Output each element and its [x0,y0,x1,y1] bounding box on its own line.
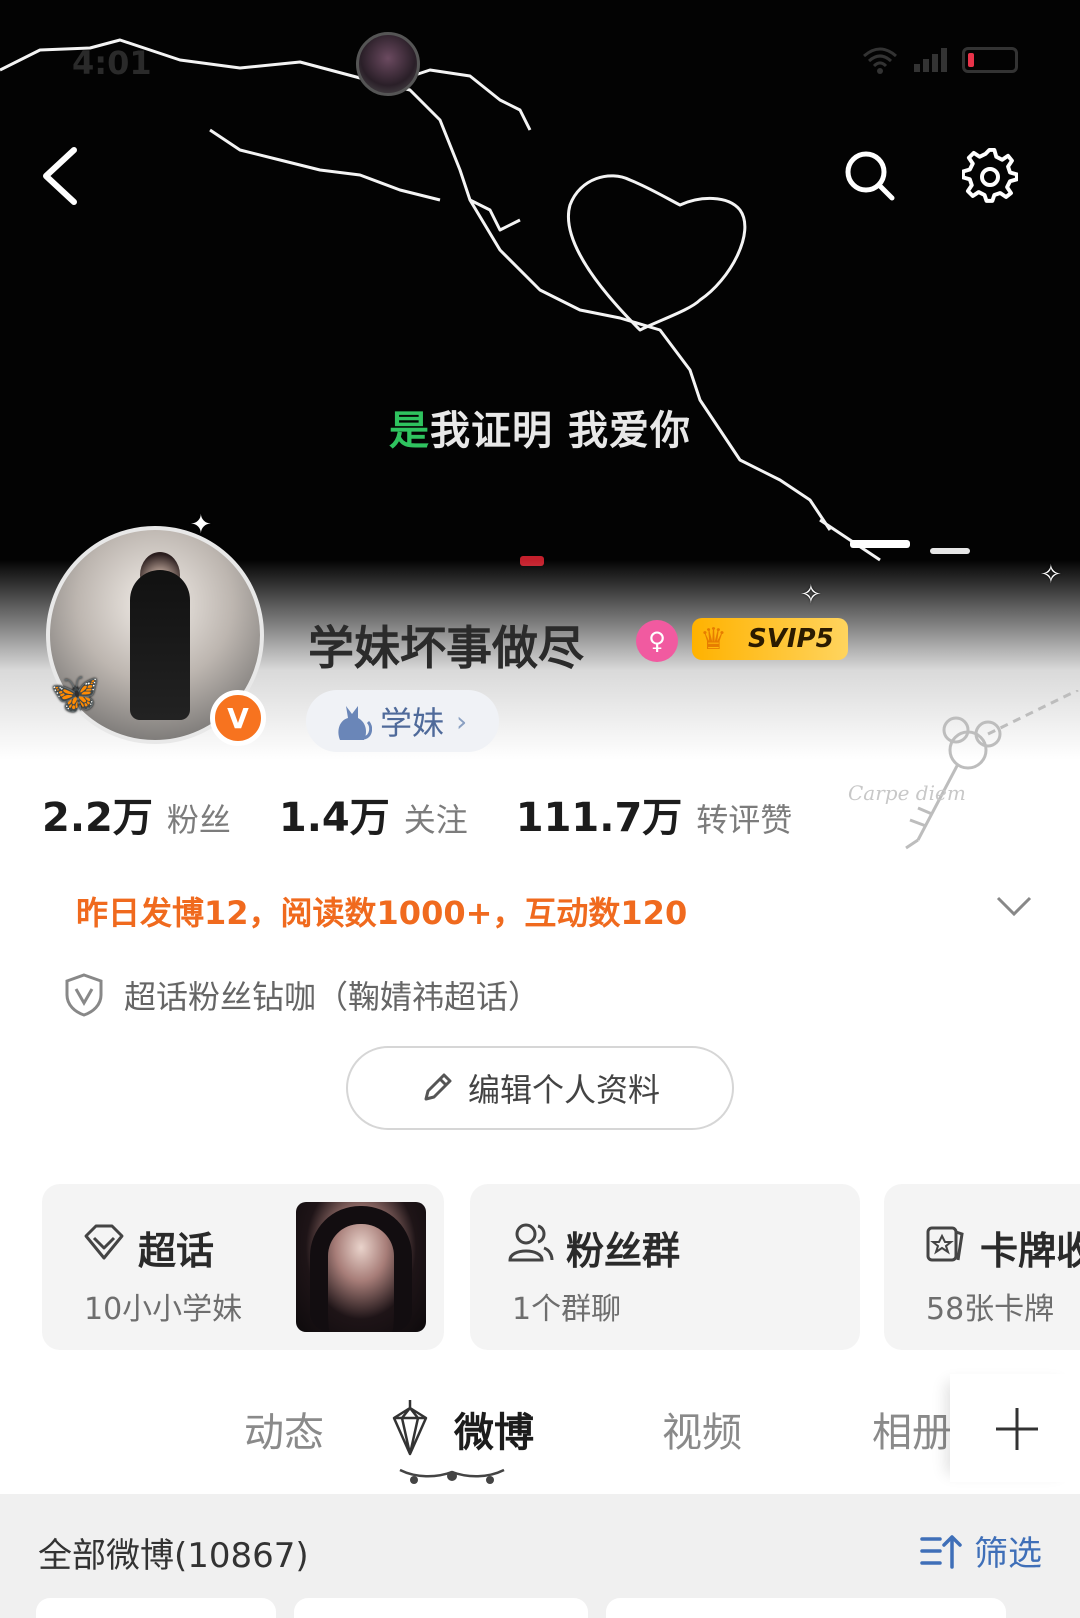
card-icon [926,1226,964,1262]
activity-summary[interactable]: 昨日发博12，阅读数1000+，互动数120 [76,888,687,934]
chevron-right-icon: › [456,704,468,738]
group-icon [508,1223,554,1262]
stat-value: 2.2万 [42,795,153,841]
crown-icon: ♛ [700,622,727,657]
tag-label: 学妹 [380,704,445,742]
pencil-icon [424,1073,452,1101]
diamond-icon [84,1224,124,1260]
status-time: 4:01 [72,44,152,82]
signal-icon [914,48,947,72]
fan-group-card[interactable]: 粉丝群 1个群聊 [470,1184,860,1350]
edit-profile-button[interactable]: 编辑个人资料 [346,1046,734,1130]
feed-filter-bar: 全部微博(10867) 筛选 [0,1494,1080,1618]
lyric-rest: 我证明 我爱你 [430,408,691,454]
content-tabs: 动态 微博 视频 相册 [0,1380,1080,1490]
add-tab-button[interactable] [950,1374,1080,1482]
card-title: 粉丝群 [566,1229,681,1273]
back-arrow-icon[interactable] [36,144,88,208]
battery-icon [962,47,1018,73]
status-icons [862,46,1018,74]
profile-stats: 2.2万 粉丝 1.4万 关注 111.7万 转评赞 [42,785,840,843]
chevron-down-icon[interactable] [994,888,1034,924]
sparkle-deco: ✦ [190,510,212,540]
all-posts-count: 全部微博(10867) [38,1536,309,1576]
stat-followers[interactable]: 2.2万 粉丝 [42,785,231,843]
svip-label: SVIP5 [748,624,834,654]
stat-label: 粉丝 [166,801,231,839]
card-subtitle: 1个群聊 [512,1292,622,1327]
svip-badge[interactable]: ♛ SVIP5 [692,618,848,660]
feed-preview-card [294,1598,588,1618]
female-icon: ♀ [636,620,678,662]
filter-button[interactable]: 筛选 [920,1526,1042,1575]
plus-icon [996,1408,1038,1450]
card-collection-card[interactable]: 卡牌收 58张卡牌 [884,1184,1080,1350]
filter-icon [920,1534,962,1569]
key-decoration: Carpe diem [848,690,1079,850]
edit-profile-label: 编辑个人资料 [467,1071,660,1109]
card-title: 超话 [138,1229,215,1273]
verified-badge: V [210,690,266,746]
profile-tag-pill[interactable]: 学妹 › [306,690,500,752]
stat-label: 关注 [403,801,468,839]
cat-icon [338,706,372,740]
card-title: 卡牌收 [980,1229,1080,1273]
fan-badge-text: 超话粉丝钻咖（鞠婧祎超话） [124,978,541,1016]
card-subtitle: 10小小学妹 [84,1292,243,1327]
deco-signature: Carpe diem [848,781,966,805]
tab-dynamics[interactable]: 动态 [244,1400,324,1458]
stat-label: 转评赞 [696,801,793,839]
lyric-highlight: 是 [389,408,431,454]
search-icon[interactable] [842,148,898,204]
feed-preview-card [606,1598,1006,1618]
filter-label: 筛选 [974,1534,1042,1574]
floating-music-avatar[interactable] [356,32,420,96]
shield-v-icon [65,973,103,1017]
banner-lyric: 是我证明 我爱你 [0,398,1080,456]
stat-following[interactable]: 1.4万 关注 [279,785,468,843]
card-subtitle: 58张卡牌 [926,1292,1055,1327]
wifi-icon [863,47,897,74]
tab-weibo[interactable]: 微博 [454,1400,534,1458]
gear-icon[interactable] [962,148,1018,204]
chain-underline-icon [399,1468,505,1484]
tab-album[interactable]: 相册 [872,1400,952,1458]
feed-preview-card [36,1598,276,1618]
sparkle-deco: ✧ [1040,560,1062,590]
stat-value: 111.7万 [515,795,683,841]
gem-pendant-icon [392,1400,428,1456]
profile-page: 是我证明 我爱你 4:01 🦋 ✦ V 学妹坏事做尽 ♀ ♛ SVIP5 学妹 › [0,0,1080,1618]
supertopic-card[interactable]: 超话 10小小学妹 [42,1184,444,1350]
sparkle-deco: ✧ [800,580,822,610]
supertopic-thumbnail [296,1202,426,1332]
butterfly-deco: 🦋 [50,671,100,717]
tab-video[interactable]: 视频 [662,1400,742,1458]
stat-likes[interactable]: 111.7万 转评赞 [516,785,793,843]
username: 学妹坏事做尽 [308,621,584,675]
stat-value: 1.4万 [278,795,390,841]
fan-badge[interactable]: 超话粉丝钻咖（鞠婧祎超话） [64,972,540,1018]
